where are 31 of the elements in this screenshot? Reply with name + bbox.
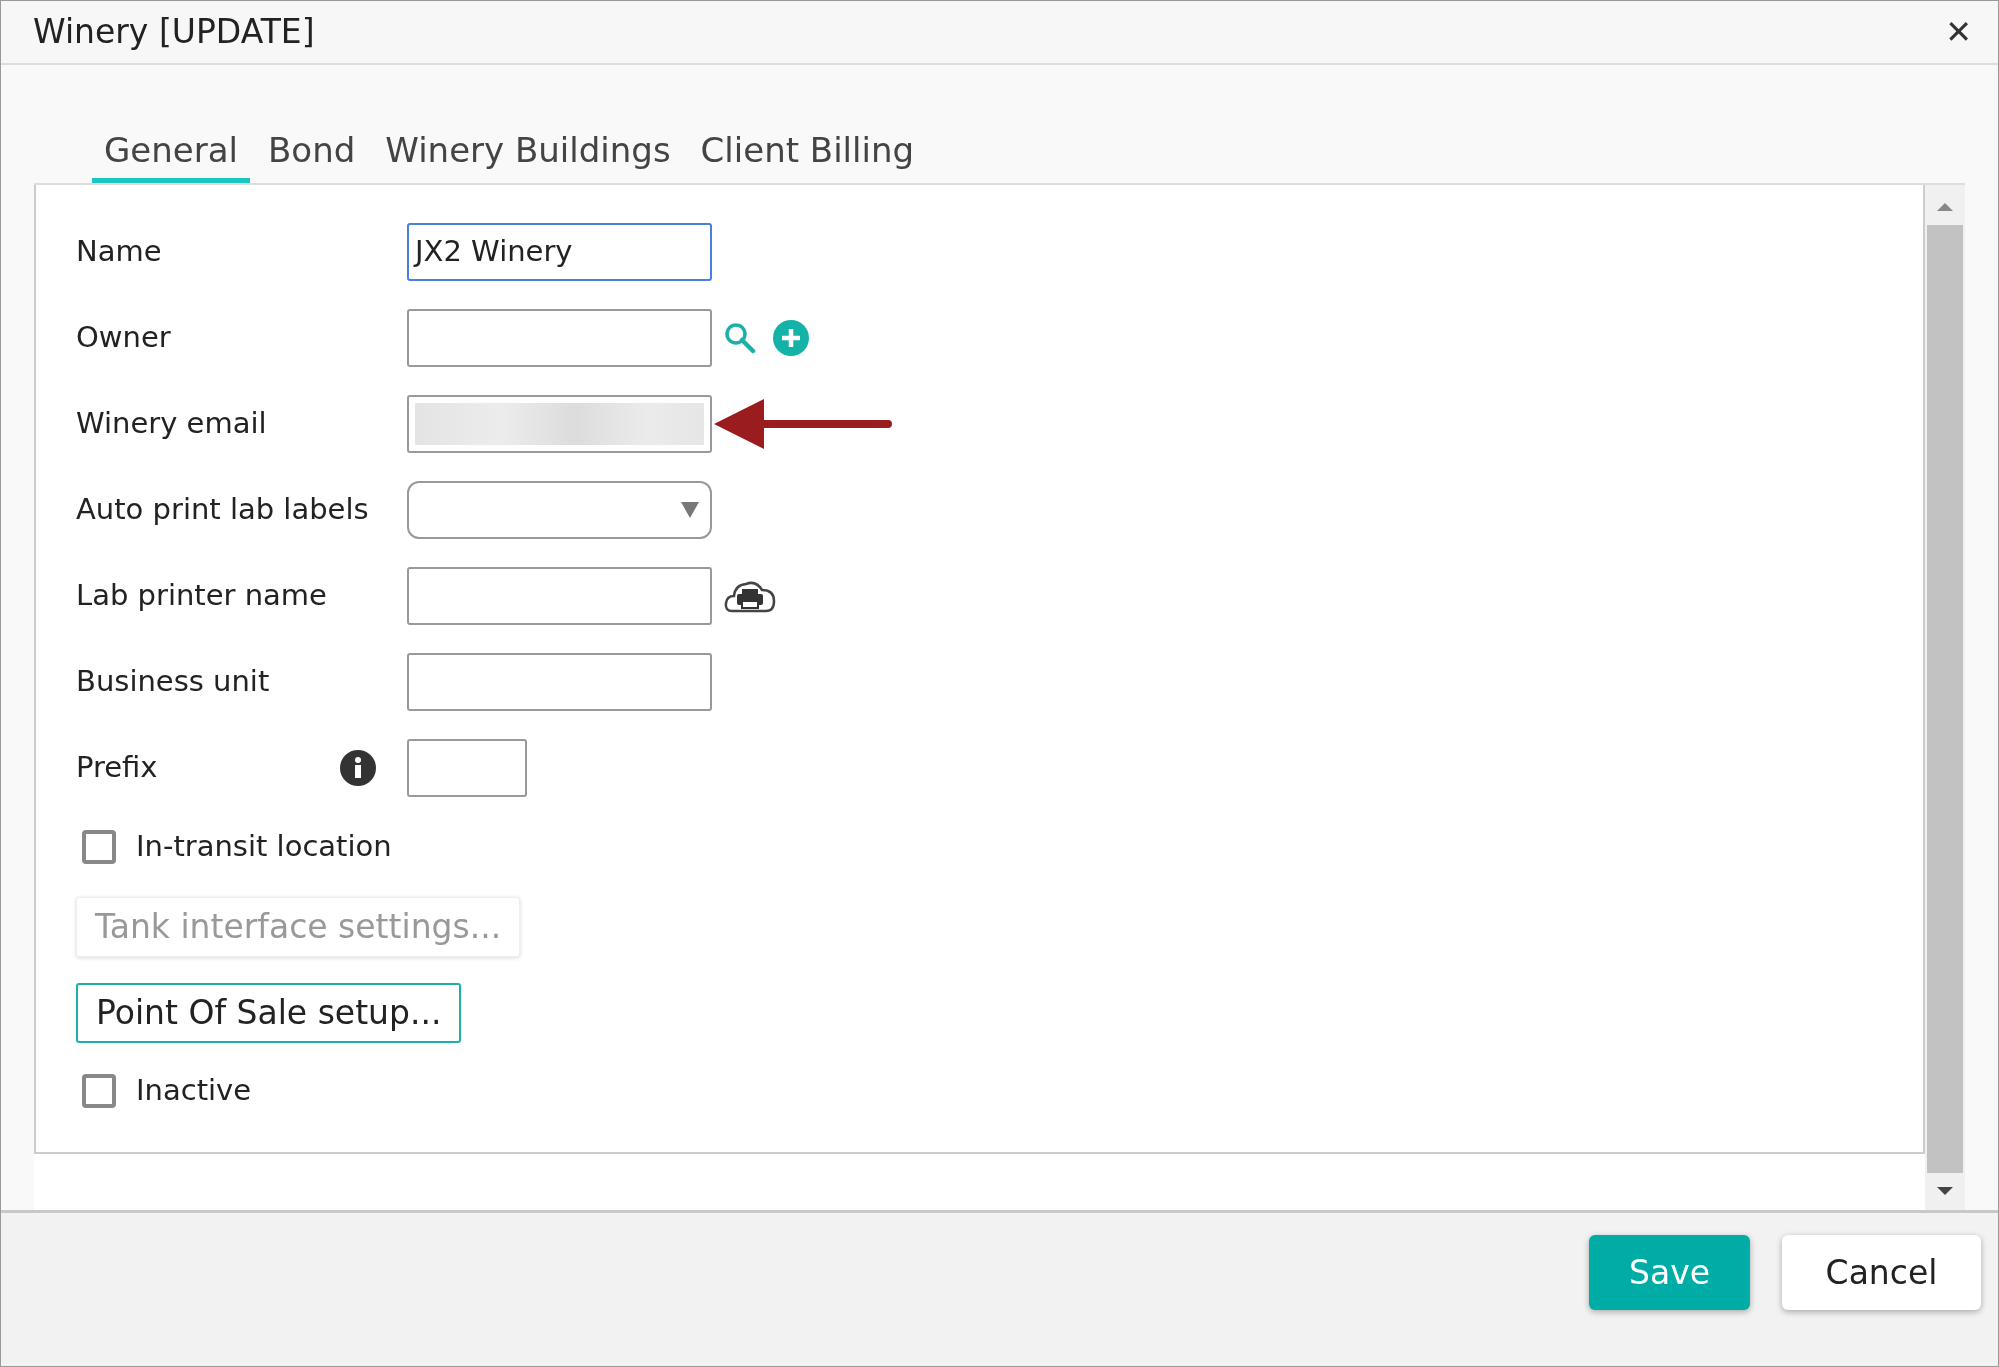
scroll-thumb[interactable] xyxy=(1927,225,1963,1173)
text-field[interactable] xyxy=(407,309,712,367)
field-label: Prefix xyxy=(76,749,158,787)
settings-button[interactable]: Point Of Sale setup... xyxy=(76,983,462,1043)
caret-icon xyxy=(680,501,700,519)
text-field[interactable] xyxy=(407,567,712,625)
dropdown[interactable] xyxy=(407,481,712,539)
scrollbar[interactable] xyxy=(1925,185,1965,1213)
field-label: Auto print lab labels xyxy=(76,491,369,529)
checkbox-label: Inactive xyxy=(136,1072,252,1110)
checkbox-label: In-transit location xyxy=(136,828,392,866)
field-label: Lab printer name xyxy=(76,577,327,615)
tab[interactable]: Client Billing xyxy=(688,125,927,183)
window-title: Winery [UPDATE] xyxy=(33,11,315,54)
search-icon[interactable] xyxy=(724,322,756,354)
cancel-button[interactable]: Cancel xyxy=(1782,1235,1981,1310)
checkbox[interactable] xyxy=(82,1074,116,1108)
info-icon[interactable] xyxy=(339,749,377,787)
field-label: Business unit xyxy=(76,663,270,701)
add-icon[interactable] xyxy=(772,319,810,357)
tab[interactable]: Bond xyxy=(256,125,368,183)
close-button[interactable]: ✕ xyxy=(1939,8,1978,56)
text-field[interactable]: JX2 Winery xyxy=(407,223,712,281)
tab[interactable]: Winery Buildings xyxy=(373,125,683,183)
field-label: Winery email xyxy=(76,405,267,443)
checkbox[interactable] xyxy=(82,830,116,864)
blurred-email-field[interactable] xyxy=(407,395,712,453)
field-label: Name xyxy=(76,233,162,271)
field-label: Owner xyxy=(76,319,171,357)
text-field[interactable] xyxy=(407,739,527,797)
text-field[interactable] xyxy=(407,653,712,711)
